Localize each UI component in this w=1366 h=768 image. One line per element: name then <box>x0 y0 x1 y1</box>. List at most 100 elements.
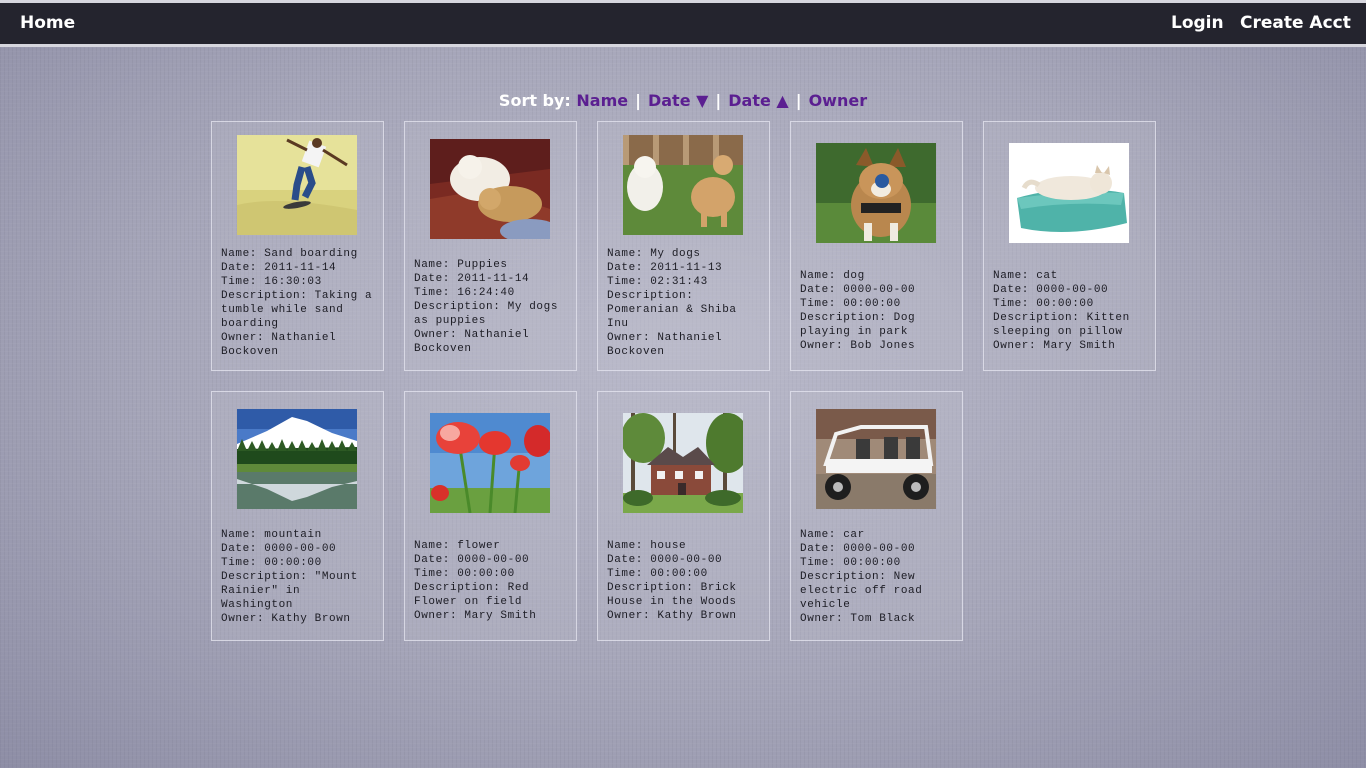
sort-by-date-asc-link[interactable]: Date ▲ <box>728 91 788 110</box>
description-label: Description: <box>800 312 887 324</box>
name-label: Name: <box>800 270 837 282</box>
time-label: Time: <box>993 298 1030 310</box>
puppies-photo[interactable] <box>430 139 550 239</box>
sand-boarding-photo[interactable] <box>237 135 357 235</box>
photo-name: flower <box>457 540 501 552</box>
photo-info: Name: cat Date: 0000-00-00 Time: 00:00:0… <box>993 269 1149 353</box>
time-label: Time: <box>607 568 644 580</box>
sort-by-name-link[interactable]: Name <box>576 91 628 110</box>
photo-card: Name: mountain Date: 0000-00-00 Time: 00… <box>211 391 384 641</box>
photo-date: 0000-00-00 <box>843 284 916 296</box>
photo-time: 00:00:00 <box>457 568 515 580</box>
photo-owner: Mary Smith <box>1043 340 1116 352</box>
time-label: Time: <box>414 568 451 580</box>
photo-info: Name: dog Date: 0000-00-00 Time: 00:00:0… <box>800 269 956 353</box>
photo-owner: Bob Jones <box>850 340 916 352</box>
photo-card: Name: flower Date: 0000-00-00 Time: 00:0… <box>404 391 577 641</box>
photo-date: 0000-00-00 <box>264 543 337 555</box>
sort-label: Sort by: <box>498 91 571 110</box>
photo-time: 00:00:00 <box>843 557 901 569</box>
car-photo[interactable] <box>816 409 936 509</box>
owner-label: Owner: <box>800 340 844 352</box>
sort-by-date-desc-link[interactable]: Date ▼ <box>648 91 708 110</box>
owner-label: Owner: <box>414 329 458 341</box>
photo-card: Name: house Date: 0000-00-00 Time: 00:00… <box>597 391 770 641</box>
photo-time: 00:00:00 <box>650 568 708 580</box>
house-photo[interactable] <box>623 413 743 513</box>
time-label: Time: <box>414 287 451 299</box>
name-label: Name: <box>414 540 451 552</box>
time-label: Time: <box>221 276 258 288</box>
photo-name: car <box>843 529 865 541</box>
sort-bar: Sort by: Name | Date ▼ | Date ▲ | Owner <box>0 91 1366 110</box>
photo-info: Name: house Date: 0000-00-00 Time: 00:00… <box>607 539 763 623</box>
dogs-photo[interactable] <box>623 135 743 235</box>
date-label: Date: <box>221 543 258 555</box>
description-label: Description: <box>414 301 501 313</box>
photo-owner: Mary Smith <box>464 610 537 622</box>
name-label: Name: <box>993 270 1030 282</box>
photo-date: 0000-00-00 <box>457 554 530 566</box>
photo-description: Pomeranian & Shiba Inu <box>607 304 737 330</box>
photo-name: cat <box>1036 270 1058 282</box>
photo-info: Name: flower Date: 0000-00-00 Time: 00:0… <box>414 539 570 623</box>
owner-label: Owner: <box>993 340 1037 352</box>
separator: | <box>715 91 722 110</box>
separator: | <box>795 91 802 110</box>
photo-date: 0000-00-00 <box>650 554 723 566</box>
mountain-photo[interactable] <box>237 409 357 509</box>
description-label: Description: <box>221 290 308 302</box>
description-label: Description: <box>800 571 887 583</box>
photo-name: Sand boarding <box>264 248 358 260</box>
photo-info: Name: car Date: 0000-00-00 Time: 00:00:0… <box>800 528 956 626</box>
photo-info: Name: mountain Date: 0000-00-00 Time: 00… <box>221 528 377 626</box>
description-label: Description: <box>221 571 308 583</box>
name-label: Name: <box>414 259 451 271</box>
description-label: Description: <box>414 582 501 594</box>
date-label: Date: <box>800 284 837 296</box>
photo-info: Name: My dogs Date: 2011-11-13 Time: 02:… <box>607 247 763 359</box>
photo-date: 0000-00-00 <box>843 543 916 555</box>
photo-name: Puppies <box>457 259 508 271</box>
photo-card: Name: car Date: 0000-00-00 Time: 00:00:0… <box>790 391 963 641</box>
photo-name: house <box>650 540 687 552</box>
owner-label: Owner: <box>607 332 651 344</box>
time-label: Time: <box>221 557 258 569</box>
sort-by-owner-link[interactable]: Owner <box>809 91 868 110</box>
time-label: Time: <box>800 298 837 310</box>
photo-card: Name: Sand boarding Date: 2011-11-14 Tim… <box>211 121 384 371</box>
description-label: Description: <box>993 312 1080 324</box>
photo-time: 02:31:43 <box>650 276 708 288</box>
description-label: Description: <box>607 290 694 302</box>
photo-name: My dogs <box>650 248 701 260</box>
photo-info: Name: Sand boarding Date: 2011-11-14 Tim… <box>221 247 377 359</box>
dog-photo[interactable] <box>816 143 936 243</box>
name-label: Name: <box>800 529 837 541</box>
owner-label: Owner: <box>607 610 651 622</box>
photo-time: 16:24:40 <box>457 287 515 299</box>
name-label: Name: <box>607 540 644 552</box>
create-account-link[interactable]: Create Acct <box>1240 13 1351 33</box>
photo-time: 00:00:00 <box>264 557 322 569</box>
photo-time: 00:00:00 <box>1036 298 1094 310</box>
time-label: Time: <box>607 276 644 288</box>
home-link[interactable]: Home <box>20 13 75 33</box>
photo-card: Name: dog Date: 0000-00-00 Time: 00:00:0… <box>790 121 963 371</box>
login-link[interactable]: Login <box>1171 13 1224 33</box>
owner-label: Owner: <box>800 613 844 625</box>
photo-date: 2011-11-14 <box>264 262 337 274</box>
photo-owner: Tom Black <box>850 613 916 625</box>
top-navbar: Home Login Create Acct <box>0 0 1366 47</box>
photo-owner: Kathy Brown <box>271 613 351 625</box>
owner-label: Owner: <box>221 332 265 344</box>
photo-date: 2011-11-14 <box>457 273 530 285</box>
cat-photo[interactable] <box>1009 143 1129 243</box>
date-label: Date: <box>221 262 258 274</box>
photo-time: 16:30:03 <box>264 276 322 288</box>
photo-card: Name: cat Date: 0000-00-00 Time: 00:00:0… <box>983 121 1156 371</box>
name-label: Name: <box>221 248 258 260</box>
flower-photo[interactable] <box>430 413 550 513</box>
name-label: Name: <box>221 529 258 541</box>
time-label: Time: <box>800 557 837 569</box>
date-label: Date: <box>800 543 837 555</box>
